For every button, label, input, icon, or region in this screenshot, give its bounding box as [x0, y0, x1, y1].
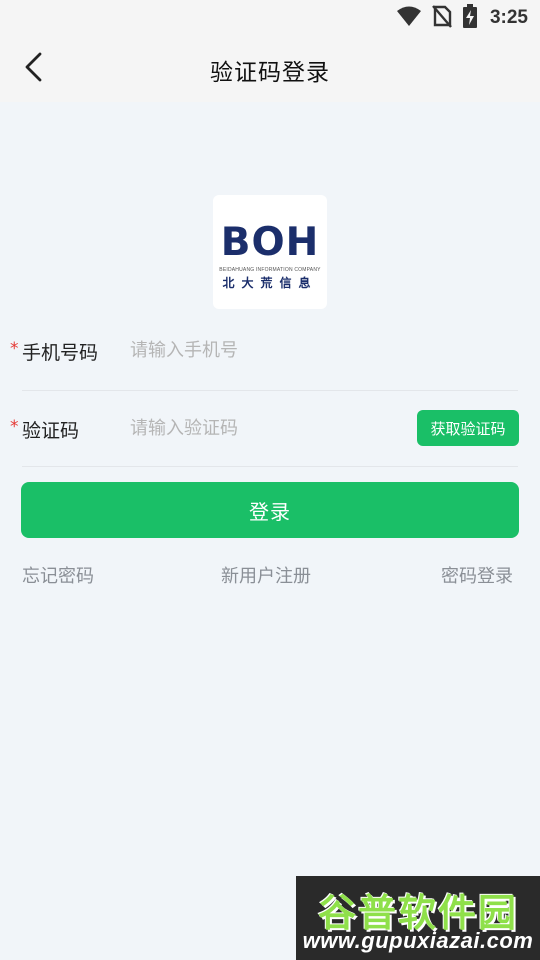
status-icons: 3:25: [396, 4, 528, 32]
logo-tagline: BEIDAHUANG INFORMATION COMPANY: [219, 267, 321, 273]
code-row: * 验证码 获取验证码: [10, 400, 519, 460]
status-bar: 3:25: [0, 0, 540, 36]
password-login-link[interactable]: 密码登录: [441, 562, 513, 588]
phone-input[interactable]: [130, 332, 390, 368]
app-logo: BOH BEIDAHUANG INFORMATION COMPANY 北大荒信息: [213, 195, 327, 309]
phone-label: 手机号码: [22, 342, 99, 364]
nav-bar: 验证码登录: [0, 36, 540, 102]
logo-chinese-name: 北大荒信息: [222, 276, 318, 290]
code-label: 验证码: [22, 420, 80, 442]
code-input[interactable]: [130, 410, 390, 446]
get-code-button[interactable]: 获取验证码: [417, 410, 519, 446]
register-link[interactable]: 新用户注册: [221, 562, 311, 588]
required-mark: *: [10, 417, 19, 437]
login-button[interactable]: 登录: [21, 482, 519, 538]
phone-row: * 手机号码: [10, 322, 518, 382]
status-time: 3:25: [489, 7, 528, 28]
watermark-url: www.gupuxiazai.com: [302, 928, 534, 953]
divider: [22, 466, 518, 467]
logo-wordmark: BOH: [220, 220, 320, 265]
battery-charging-icon: [462, 4, 478, 32]
divider: [22, 390, 518, 391]
no-sim-icon: [432, 4, 452, 32]
forgot-password-link[interactable]: 忘记密码: [22, 562, 94, 588]
watermark: 谷普软件园 www.gupuxiazai.com: [296, 876, 540, 960]
wifi-icon: [396, 5, 422, 31]
page-title: 验证码登录: [210, 60, 330, 86]
required-mark: *: [10, 339, 19, 359]
